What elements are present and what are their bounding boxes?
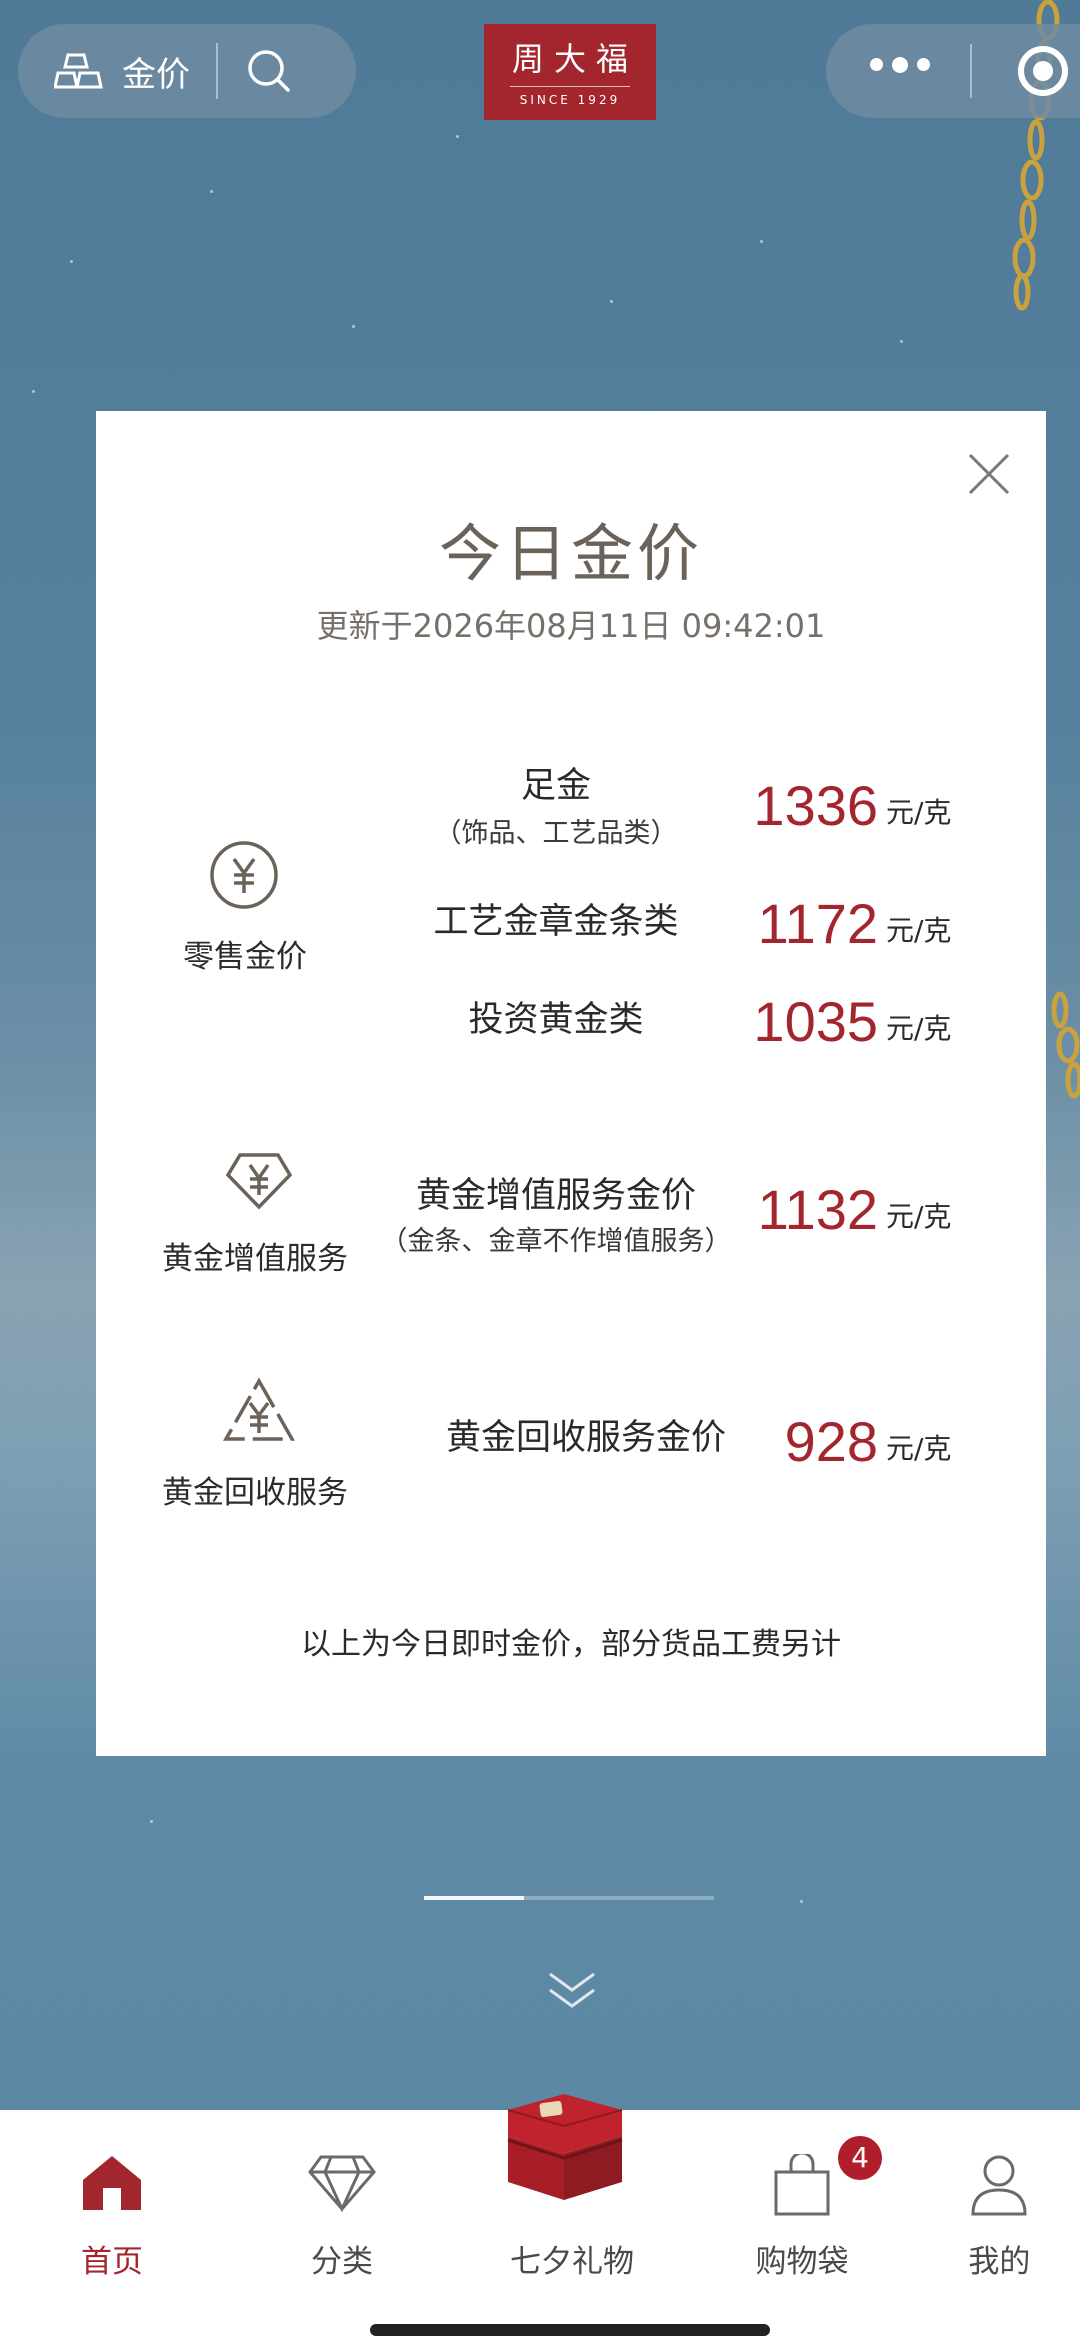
logo-since-text: SINCE 1929 xyxy=(519,93,621,107)
price-value: 928 xyxy=(784,1410,878,1473)
yuan-diamond-icon xyxy=(225,1153,293,1210)
shopping-bag-icon xyxy=(774,2154,830,2216)
price-value: 1035 xyxy=(753,990,878,1053)
tab-label: 首页 xyxy=(81,2244,143,2280)
user-icon xyxy=(971,2155,1027,2216)
top-left-capsule: 金价 xyxy=(18,24,356,118)
scroll-down-chevron-icon[interactable] xyxy=(544,1968,600,2012)
yuan-recycle-icon xyxy=(222,1377,296,1441)
price-value: 1132 xyxy=(757,1178,878,1241)
cart-count-badge: 4 xyxy=(838,2136,882,2180)
tab-label: 七夕礼物 xyxy=(510,2244,634,2280)
item-name: 工艺金章金条类 xyxy=(433,902,679,942)
modal-title: 今日金价 xyxy=(438,517,703,590)
logo-brand-text: 周大福 xyxy=(511,40,638,78)
item-sub: （金条、金章不作增值服务） xyxy=(380,1226,732,1257)
more-options-icon[interactable] xyxy=(870,57,930,73)
category-recycle-label: 黄金回收服务 xyxy=(162,1475,348,1511)
capsule-divider xyxy=(970,44,972,98)
item-sub: （饰品、工艺品类） xyxy=(434,818,678,849)
price-value: 1172 xyxy=(757,892,878,955)
miniprogram-capsule xyxy=(826,24,1080,118)
item-name: 足金 xyxy=(520,766,591,806)
tab-category[interactable]: 分类 xyxy=(252,2110,432,2290)
gold-price-link[interactable]: 金价 xyxy=(122,47,190,96)
home-indicator xyxy=(370,2324,770,2336)
search-icon[interactable] xyxy=(244,46,294,96)
close-miniprogram-icon[interactable] xyxy=(1018,46,1068,96)
tab-home[interactable]: 首页 xyxy=(22,2110,202,2290)
update-timestamp: 更新于2026年08月11日 09:42:01 xyxy=(316,607,826,645)
logo-rule xyxy=(510,86,630,87)
tab-label: 购物袋 xyxy=(755,2244,849,2280)
gold-bar-icon[interactable] xyxy=(54,51,106,91)
item-name: 投资黄金类 xyxy=(468,1000,644,1040)
capsule-divider xyxy=(216,43,218,99)
close-icon[interactable] xyxy=(964,449,1014,499)
tab-label: 分类 xyxy=(311,2244,373,2280)
gold-price-modal: 今日金价 更新于2026年08月11日 09:42:01 零售金价 足金 （饰品… xyxy=(96,411,1046,1756)
price-unit: 元/克 xyxy=(886,796,952,829)
gift-box-icon[interactable] xyxy=(494,2080,634,2210)
item-name: 黄金增值服务金价 xyxy=(415,1176,696,1216)
home-icon xyxy=(83,2156,141,2210)
tab-label: 我的 xyxy=(968,2244,1031,2280)
tab-profile[interactable]: 我的 xyxy=(940,2110,1080,2290)
brand-logo[interactable]: 周大福 SINCE 1929 xyxy=(484,24,656,120)
category-retail-label: 零售金价 xyxy=(183,939,307,975)
price-unit: 元/克 xyxy=(886,1432,952,1465)
price-unit: 元/克 xyxy=(886,1012,952,1045)
price-value: 1336 xyxy=(753,774,878,837)
diamond-icon xyxy=(308,2155,376,2212)
price-unit: 元/克 xyxy=(886,1200,952,1233)
yuan-circle-icon xyxy=(210,841,278,909)
category-value-added-label: 黄金增值服务 xyxy=(162,1241,348,1277)
carousel-indicator xyxy=(424,1896,714,1900)
price-unit: 元/克 xyxy=(886,914,952,947)
price-footnote: 以上为今日即时金价，部分货品工费另计 xyxy=(301,1627,841,1662)
